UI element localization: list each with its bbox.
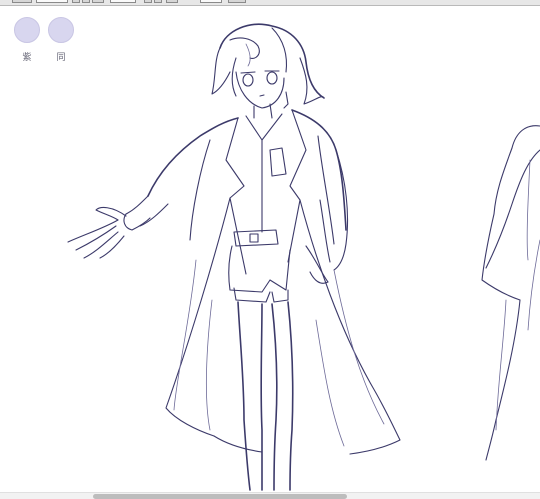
horizontal-scrollbar-thumb[interactable]	[93, 494, 347, 499]
character-sketch	[67, 23, 540, 491]
